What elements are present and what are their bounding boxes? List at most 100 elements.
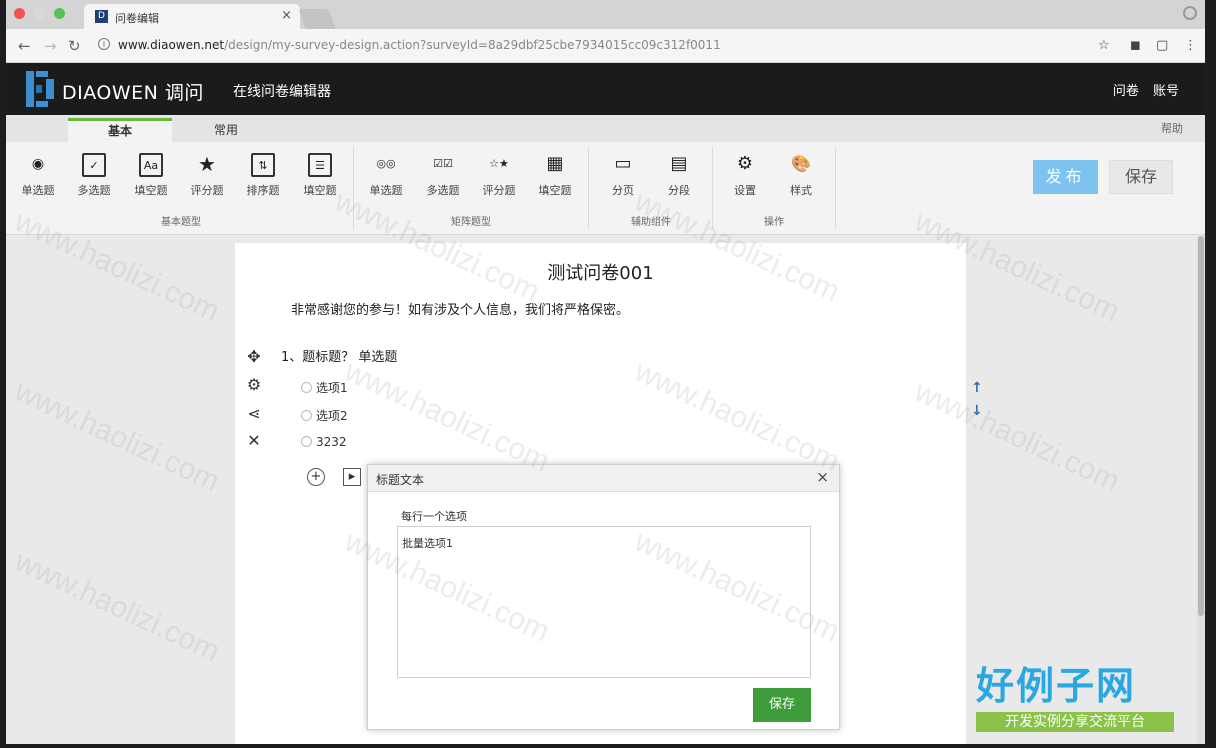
tool-sort[interactable]: ⇅ 排序题 xyxy=(235,153,291,198)
tool-matrix-multi[interactable]: ☑☑ 多选题 xyxy=(415,153,471,198)
group-label-actions: 操作 xyxy=(764,217,784,228)
diaowen-logo-icon[interactable] xyxy=(26,71,54,107)
forward-icon[interactable]: → xyxy=(44,37,57,55)
tool-rating[interactable]: ★ 评分题 xyxy=(179,153,235,198)
settings-icon: ⚙ xyxy=(736,153,754,174)
app-header: DIAOWEN 调问 在线问卷编辑器 问卷 账号 xyxy=(6,63,1205,115)
batch-options-dialog: 标题文本 × 每行一个选项 批量选项1 保存 xyxy=(367,464,840,730)
ribbon-tabs: 基本 常用 帮助 xyxy=(6,115,1205,142)
move-down-icon[interactable]: ↓ xyxy=(971,403,983,419)
watermark-text: www.haolizi.com xyxy=(9,374,225,499)
browser-window: D 问卷编辑 × ← → ↻ i www.diaowen.net/design/… xyxy=(6,0,1205,744)
matrix-fill-icon: ▦ xyxy=(546,153,564,174)
option-item[interactable]: 选项1 xyxy=(301,379,348,396)
move-up-icon[interactable]: ↑ xyxy=(971,380,983,396)
group-label-aux: 辅助组件 xyxy=(631,217,671,228)
info-icon[interactable]: i xyxy=(98,38,110,50)
delete-icon[interactable]: ✕ xyxy=(245,431,263,450)
favicon-icon: D xyxy=(95,10,108,23)
tool-page-break[interactable]: ▭ 分页 xyxy=(595,153,651,198)
tool-settings[interactable]: ⚙ 设置 xyxy=(717,153,773,198)
palette-icon: 🎨 xyxy=(791,154,811,173)
publish-button[interactable]: 发布 xyxy=(1033,160,1098,194)
address-toolbar: ← → ↻ i www.diaowen.net/design/my-survey… xyxy=(6,29,1205,63)
close-window-icon[interactable] xyxy=(14,8,25,19)
logic-branch-icon[interactable]: ⋖ xyxy=(245,404,263,423)
tool-label: 评分题 xyxy=(190,184,224,197)
radio-icon xyxy=(301,410,312,421)
tool-label: 评分题 xyxy=(482,184,516,197)
minimize-window-icon[interactable] xyxy=(34,8,45,19)
url-path: /design/my-survey-design.action?surveyId… xyxy=(224,38,721,52)
browser-tab[interactable]: D 问卷编辑 × xyxy=(84,4,300,29)
tool-label: 单选题 xyxy=(369,184,403,197)
bookmark-star-icon[interactable]: ☆ xyxy=(1098,38,1110,53)
url-field[interactable]: i www.diaowen.net/design/my-survey-desig… xyxy=(94,35,1124,57)
tab-close-icon[interactable]: × xyxy=(281,8,292,23)
option-label: 3232 xyxy=(316,435,347,449)
option-label: 选项1 xyxy=(316,381,348,395)
dialog-save-button[interactable]: 保存 xyxy=(753,688,811,722)
extension-puzzle-icon[interactable]: ▢ xyxy=(1156,38,1168,53)
nav-account-link[interactable]: 账号 xyxy=(1153,84,1179,99)
survey-description[interactable]: 非常感谢您的参与！如有涉及个人信息，我们将严格保密。 xyxy=(291,299,629,318)
tool-matrix-single[interactable]: ◎◎ 单选题 xyxy=(358,153,414,198)
move-icon[interactable]: ✥ xyxy=(245,347,263,366)
tool-fill-blank[interactable]: Aa 填空题 xyxy=(123,153,179,198)
tool-section[interactable]: ▤ 分段 xyxy=(651,153,707,198)
tool-label: 多选题 xyxy=(77,184,111,197)
tool-label: 设置 xyxy=(734,184,756,197)
tool-matrix-fill[interactable]: ▦ 填空题 xyxy=(527,153,583,198)
add-option-icon[interactable]: + xyxy=(307,468,325,486)
option-item[interactable]: 3232 xyxy=(301,435,347,449)
question-title[interactable]: 1、题标题？ 单选题 xyxy=(281,346,397,365)
tool-label: 排序题 xyxy=(246,184,280,197)
gear-icon[interactable]: ⚙ xyxy=(245,375,263,394)
watermark-badge: 好例子网 开发实例分享交流平台 xyxy=(976,655,1178,739)
star-icon: ★ xyxy=(198,152,216,176)
save-button[interactable]: 保存 xyxy=(1109,160,1173,194)
back-icon[interactable]: ← xyxy=(18,37,31,55)
badge-subtitle: 开发实例分享交流平台 xyxy=(976,712,1174,732)
multi-fill-icon: ☰ xyxy=(308,153,332,177)
tool-style[interactable]: 🎨 样式 xyxy=(773,153,829,198)
header-nav: 问卷 账号 xyxy=(1103,80,1179,99)
matrix-star-icon: ☆★ xyxy=(489,157,509,170)
option-item[interactable]: 选项2 xyxy=(301,407,348,424)
tool-multi-choice[interactable]: ✓ 多选题 xyxy=(66,153,122,198)
toolbar-ribbon: 基本 常用 帮助 ◉ 单选题 ✓ 多选题 Aa 填空题 ★ 评分题 ⇅ 排序题 ☰ 填空题 … xyxy=(6,115,1205,235)
url-host: www.diaowen.net xyxy=(118,38,225,52)
batch-add-icon[interactable]: ▸ xyxy=(343,468,361,486)
survey-title[interactable]: 测试问卷001 xyxy=(235,259,966,285)
menu-kebab-icon[interactable]: ⋮ xyxy=(1184,38,1197,53)
reload-icon[interactable]: ↻ xyxy=(68,37,81,55)
close-icon[interactable]: × xyxy=(816,468,829,486)
tab-common[interactable]: 常用 xyxy=(174,118,278,142)
section-icon: ▤ xyxy=(670,153,688,174)
batch-options-textarea[interactable]: 批量选项1 xyxy=(397,526,811,678)
tab-title: 问卷编辑 xyxy=(115,12,159,25)
scrollbar-thumb[interactable] xyxy=(1198,236,1204,616)
badge-title: 好例子网 xyxy=(976,663,1137,708)
tab-strip: D 问卷编辑 × xyxy=(6,0,1205,29)
nav-survey-link[interactable]: 问卷 xyxy=(1113,84,1139,99)
new-tab-button[interactable] xyxy=(298,9,336,29)
sort-icon: ⇅ xyxy=(251,153,275,177)
brand-subtitle: 在线问卷编辑器 xyxy=(233,84,331,100)
help-link[interactable]: 帮助 xyxy=(1161,120,1183,136)
group-divider xyxy=(835,147,836,229)
tool-label: 分段 xyxy=(668,184,690,197)
dialog-title: 标题文本 xyxy=(376,473,425,487)
matrix-radio-icon: ◎◎ xyxy=(376,157,396,170)
tool-single-choice[interactable]: ◉ 单选题 xyxy=(10,153,66,198)
maximize-window-icon[interactable] xyxy=(54,8,65,19)
brand-name[interactable]: DIAOWEN 调问 xyxy=(62,78,204,105)
tool-multi-fill[interactable]: ☰ 填空题 xyxy=(292,153,348,198)
extension-icon[interactable]: ◼ xyxy=(1130,38,1141,53)
tab-basic[interactable]: 基本 xyxy=(68,118,172,142)
group-divider xyxy=(588,147,589,229)
page-scrollbar[interactable] xyxy=(1197,236,1205,744)
tool-matrix-rating[interactable]: ☆★ 评分题 xyxy=(471,153,527,198)
profile-icon[interactable] xyxy=(1183,6,1197,20)
tool-label: 样式 xyxy=(790,184,812,197)
